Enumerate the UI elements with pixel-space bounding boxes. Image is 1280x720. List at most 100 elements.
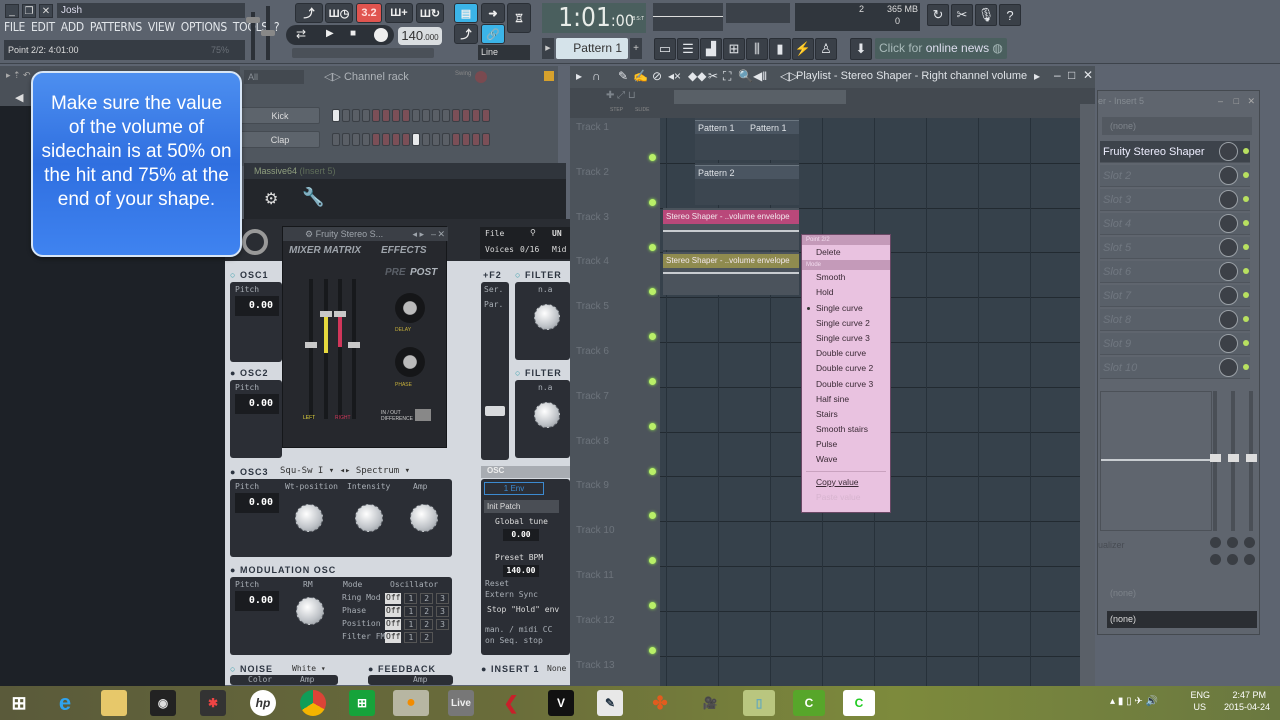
menu-item-mode[interactable]: Smooth stairs [802,422,890,437]
browser-nav-icons[interactable]: ▸ ⇡ ↶ [6,70,31,81]
automation-envelope-line[interactable] [663,272,799,275]
step-button[interactable] [482,109,490,122]
step-button[interactable] [422,109,430,122]
slot-mix-knob[interactable] [1219,334,1238,353]
delete-tool-icon[interactable]: ⊘ [652,69,662,83]
mod-osc-button[interactable]: 2 [420,606,434,617]
mixer-effect-slot[interactable]: Slot 7 [1100,285,1250,307]
webcam-icon[interactable]: ◉ [150,690,176,716]
menu-item-mode[interactable]: Smooth [802,270,890,285]
mic-icon[interactable]: 🎙 [975,4,997,26]
pattern-clip[interactable]: Pattern 1 [747,120,799,134]
slot-mix-knob[interactable] [1219,166,1238,185]
playlist-close-button[interactable]: ✕ [1083,68,1093,82]
mod-osc-button[interactable]: 2 [420,593,434,604]
step-button[interactable] [402,109,410,122]
slice-tool-icon[interactable]: ✂ [708,69,718,83]
modosc-pitch-value[interactable]: 0.00 [235,591,279,611]
channel-rack-icon[interactable]: ☰ [677,38,699,60]
loop-record-button[interactable]: Ш↻ [416,3,444,23]
filter1-knob[interactable] [534,304,560,330]
step-button[interactable] [422,133,430,146]
master-pitch-handle[interactable] [261,30,275,36]
filter2-header[interactable]: ○ FILTER [515,368,562,378]
eq-high-handle[interactable] [1246,454,1257,462]
automation-clip[interactable]: Stereo Shaper - ..volume envelope [663,254,799,269]
channel-kick[interactable]: Kick [240,107,320,124]
mod-osc-button[interactable]: 1 [404,632,418,643]
menu-item-mode[interactable]: Single curve 2 [802,316,890,331]
step-edit-button[interactable]: ➜ [481,3,505,23]
track-mute-led[interactable] [649,467,656,475]
menu-help[interactable]: ? [274,20,280,38]
video-app-icon[interactable]: 🎥 [697,690,723,716]
filter1-header[interactable]: ○ FILTER [515,270,562,280]
menu-view[interactable]: VIEW [148,20,175,38]
mixer-effect-slot[interactable]: Slot 5 [1100,237,1250,259]
menu-item-mode[interactable]: Wave [802,452,890,467]
pencil-icon[interactable]: ✎ [618,69,628,83]
menu-item-mode[interactable]: Single curve 3 [802,331,890,346]
slot-enable-led[interactable] [1243,340,1249,346]
insert1-select[interactable]: None [547,664,566,673]
mod-osc-button[interactable]: 3 [436,619,449,630]
restore-button[interactable]: ❐ [22,4,36,18]
piano-roll-icon[interactable]: ▟ [700,38,722,60]
paint-brush-icon[interactable]: ✍ [633,69,648,83]
stop-button[interactable]: ■ [350,28,356,39]
wait-input-button[interactable]: Ш◷ [325,3,353,23]
osc1-pitch-value[interactable]: 0.00 [235,296,279,316]
automation-clip[interactable]: Stereo Shaper - ..volume envelope [663,209,799,224]
step-button[interactable] [382,133,390,146]
insert1-header[interactable]: ● INSERT 1 [481,664,539,674]
eq-knob[interactable] [1244,554,1255,565]
camtasia-icon[interactable]: C [793,690,825,716]
overdub-button[interactable]: Ш+ [385,3,413,23]
pattern-song-toggle[interactable]: ⇄ [296,27,306,41]
user-name-field[interactable]: Josh [57,3,245,18]
language-indicator[interactable]: ENG [1190,690,1210,700]
close-button[interactable]: ✕ [39,4,53,18]
fader-ll-handle[interactable] [305,342,317,348]
difference-toggle[interactable] [415,409,431,421]
slot-mix-knob[interactable] [1219,214,1238,233]
step-button[interactable] [372,133,380,146]
step-button[interactable] [452,109,460,122]
slot-enable-led[interactable] [1243,244,1249,250]
noise-header[interactable]: ○ NOISE [230,664,273,674]
help-icon[interactable]: ? [999,4,1021,26]
slot-mix-knob[interactable] [1219,142,1238,161]
horizontal-scrollbar[interactable] [674,90,846,104]
mixer-output-select[interactable]: (none) [1107,611,1257,628]
slot-mix-knob[interactable] [1219,310,1238,329]
post-toggle[interactable]: POST [410,267,437,278]
typing-keyboard-button[interactable]: ▤ [454,3,478,23]
mod-osc-button[interactable]: 2 [420,632,434,643]
fader-ll[interactable] [309,279,313,419]
track-mute-led[interactable] [649,333,656,341]
mixer-effect-slot[interactable]: Fruity Stereo Shaper [1100,141,1250,163]
mod-off-button[interactable]: Off [385,632,402,643]
track-mute-led[interactable] [649,602,656,609]
fader-lr-handle[interactable] [320,311,332,317]
camtasia-recorder-icon[interactable]: C [843,690,875,716]
step-button[interactable] [342,109,350,122]
step-button[interactable] [392,109,400,122]
menu-patterns[interactable]: PATTERNS [90,20,142,38]
slot-mix-knob[interactable] [1219,286,1238,305]
internet-explorer-icon[interactable]: e [52,690,78,716]
shaper-close-button[interactable]: ✕ [437,227,445,241]
zoom-tool-icon[interactable]: 🔍 [738,69,753,83]
eq-display[interactable] [1100,391,1212,531]
minimize-button[interactable]: _ [5,4,19,18]
slot-enable-led[interactable] [1243,292,1249,298]
slot-enable-led[interactable] [1243,148,1249,154]
menu-item-mode[interactable]: Double curve 3 [802,377,890,392]
mixer-icon[interactable]: ⫼ [746,38,768,60]
automation-envelope-line[interactable] [663,229,799,232]
step-button[interactable] [402,133,410,146]
step-button[interactable] [432,133,440,146]
playlist-maximize-button[interactable]: □ [1068,68,1075,82]
eq-low-handle[interactable] [1210,454,1221,462]
track-mute-led[interactable] [649,154,656,161]
